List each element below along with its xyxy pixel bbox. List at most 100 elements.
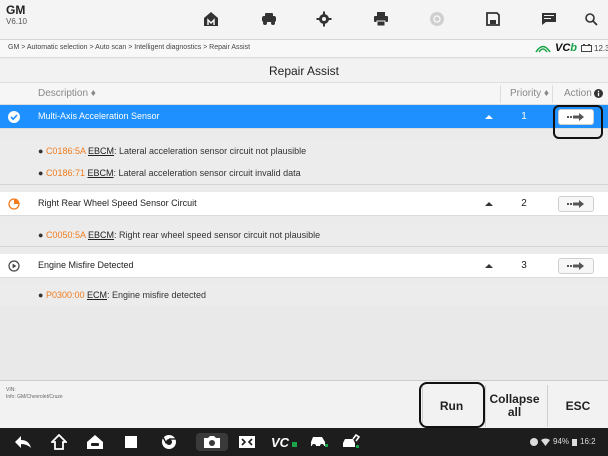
- column-action-label: Action: [564, 88, 592, 99]
- home-button[interactable]: [194, 5, 228, 33]
- clock: 16:2: [580, 437, 596, 446]
- top-toolbar: GM V6.10: [0, 0, 608, 40]
- repair-button[interactable]: [340, 433, 362, 451]
- arrow-right-icon: [567, 200, 584, 208]
- browser-icon: [162, 435, 176, 449]
- column-divider: [500, 85, 501, 103]
- dtc-description: : Right rear wheel speed sensor circuit …: [114, 230, 321, 240]
- save-icon: [486, 12, 500, 26]
- vehicle-battery-voltage: 12.3: [594, 43, 608, 53]
- browser-button[interactable]: [158, 433, 180, 451]
- screenshot-icon: [239, 436, 255, 448]
- bottom-action-bar: VIN: Info: GM/Chevrolet/Cruze Run Collap…: [0, 380, 608, 428]
- chevron-up-icon[interactable]: [483, 111, 495, 123]
- dtc-text: ● C0186:71 EBCM: Lateral acceleration se…: [38, 168, 301, 178]
- column-action: Action: [564, 88, 603, 99]
- row-priority: 3: [521, 260, 527, 271]
- bluetooth-icon: [530, 437, 538, 446]
- svg-text:VC: VC: [271, 435, 290, 449]
- esc-button[interactable]: ESC: [547, 385, 608, 427]
- row-label: Right Rear Wheel Speed Sensor Circuit: [38, 198, 197, 208]
- dtc-module-link[interactable]: EBCM: [88, 168, 114, 178]
- settings-button[interactable]: [307, 5, 341, 33]
- dtc-code: P0300:00: [45, 290, 85, 300]
- timer-icon: [8, 198, 20, 210]
- info-icon[interactable]: [593, 89, 603, 98]
- settings-icon: [316, 11, 332, 27]
- collapse-all-button[interactable]: Collapse all: [485, 385, 543, 427]
- message-button[interactable]: [532, 5, 566, 33]
- repair-icon: [343, 434, 361, 448]
- battery-percent: 94%: [553, 437, 570, 446]
- app-version: V6.10: [6, 17, 27, 26]
- column-description[interactable]: Description ♦: [38, 88, 96, 99]
- action-button[interactable]: [558, 196, 594, 212]
- system-status: 94% 16:2: [530, 437, 596, 446]
- app-name: GM: [6, 3, 26, 17]
- vehicle-info-text: Info: GM/Chevrolet/Cruze: [6, 393, 63, 400]
- vci-button[interactable]: VC: [270, 433, 300, 451]
- dtc-module-link[interactable]: ECM: [87, 290, 107, 300]
- battery-icon: [581, 44, 593, 52]
- focus-highlight: [553, 105, 603, 139]
- row-label: Engine Misfire Detected: [38, 260, 134, 270]
- dtc-description: : Engine misfire detected: [107, 290, 207, 300]
- dtc-item: ● C0186:71 EBCM: Lateral acceleration se…: [0, 163, 608, 185]
- focus-highlight: [419, 382, 485, 428]
- dtc-description: : Lateral acceleration sensor circuit in…: [113, 168, 301, 178]
- vehicle-info: VIN: Info: GM/Chevrolet/Cruze: [6, 387, 63, 400]
- vehicle-menu-icon: [262, 13, 276, 25]
- vehicle-battery: 12.3: [581, 44, 608, 53]
- dtc-item: ● C0186:5A EBCM: Lateral acceleration se…: [0, 141, 608, 163]
- camera-button[interactable]: [196, 433, 228, 451]
- help-icon: [430, 12, 444, 26]
- action-button[interactable]: [558, 258, 594, 274]
- print-button[interactable]: [364, 5, 398, 33]
- chevron-up-icon[interactable]: [483, 198, 495, 210]
- vehicle-home-button[interactable]: [84, 433, 106, 451]
- dtc-text: ● P0300:00 ECM: Engine misfire detected: [38, 290, 207, 300]
- title-bar: Repair Assist: [0, 59, 608, 83]
- dtc-module-link[interactable]: EBCM: [88, 146, 114, 156]
- help-button[interactable]: [420, 5, 454, 33]
- dtc-code: C0050:5A: [45, 230, 86, 240]
- recent-apps-button[interactable]: [120, 433, 142, 451]
- vehicle-menu-button[interactable]: [252, 5, 286, 33]
- row-label: Multi-Axis Acceleration Sensor: [38, 111, 160, 121]
- table-row[interactable]: Engine Misfire Detected 3: [0, 254, 608, 278]
- car-button[interactable]: [308, 433, 330, 451]
- vci-icon: VC: [271, 435, 297, 449]
- brand: GM V6.10: [6, 4, 27, 26]
- dtc-item: ● C0050:5A EBCM: Right rear wheel speed …: [0, 225, 608, 247]
- battery-icon: [572, 438, 578, 446]
- home-nav-button[interactable]: [48, 433, 70, 451]
- dtc-text: ● C0186:5A EBCM: Lateral acceleration se…: [38, 146, 307, 156]
- empty-list-area: [0, 306, 608, 380]
- screenshot-button[interactable]: [236, 433, 258, 451]
- play-circle-icon: [8, 260, 20, 272]
- vehicle-home-icon: [87, 435, 103, 449]
- column-priority[interactable]: Priority ♦: [510, 88, 549, 99]
- page-title: Repair Assist: [268, 64, 340, 78]
- table-row[interactable]: Multi-Axis Acceleration Sensor 1: [0, 105, 608, 129]
- search-button[interactable]: [578, 5, 604, 33]
- save-button[interactable]: [476, 5, 510, 33]
- dtc-item: ● P0300:00 ECM: Engine misfire detected: [0, 285, 608, 307]
- dtc-module-link[interactable]: EBCM: [88, 230, 114, 240]
- recent-apps-icon: [125, 436, 137, 448]
- arrow-right-icon: [567, 262, 584, 270]
- dtc-code: C0186:71: [45, 168, 85, 178]
- wifi-icon: [541, 438, 550, 446]
- print-icon: [374, 12, 388, 27]
- system-navigation-bar: VC 94% 16:2: [0, 428, 608, 456]
- table-header: Description ♦ Priority ♦ Action: [0, 83, 608, 105]
- search-icon: [585, 13, 598, 26]
- column-divider: [552, 85, 553, 103]
- table-row[interactable]: Right Rear Wheel Speed Sensor Circuit 2: [0, 192, 608, 216]
- vci-status: VCb 12.3: [535, 42, 608, 54]
- chevron-up-icon[interactable]: [483, 260, 495, 272]
- wifi-connection-icon: [535, 45, 551, 53]
- dtc-description: : Lateral acceleration sensor circuit no…: [114, 146, 307, 156]
- camera-icon: [204, 436, 220, 448]
- back-button[interactable]: [12, 433, 34, 451]
